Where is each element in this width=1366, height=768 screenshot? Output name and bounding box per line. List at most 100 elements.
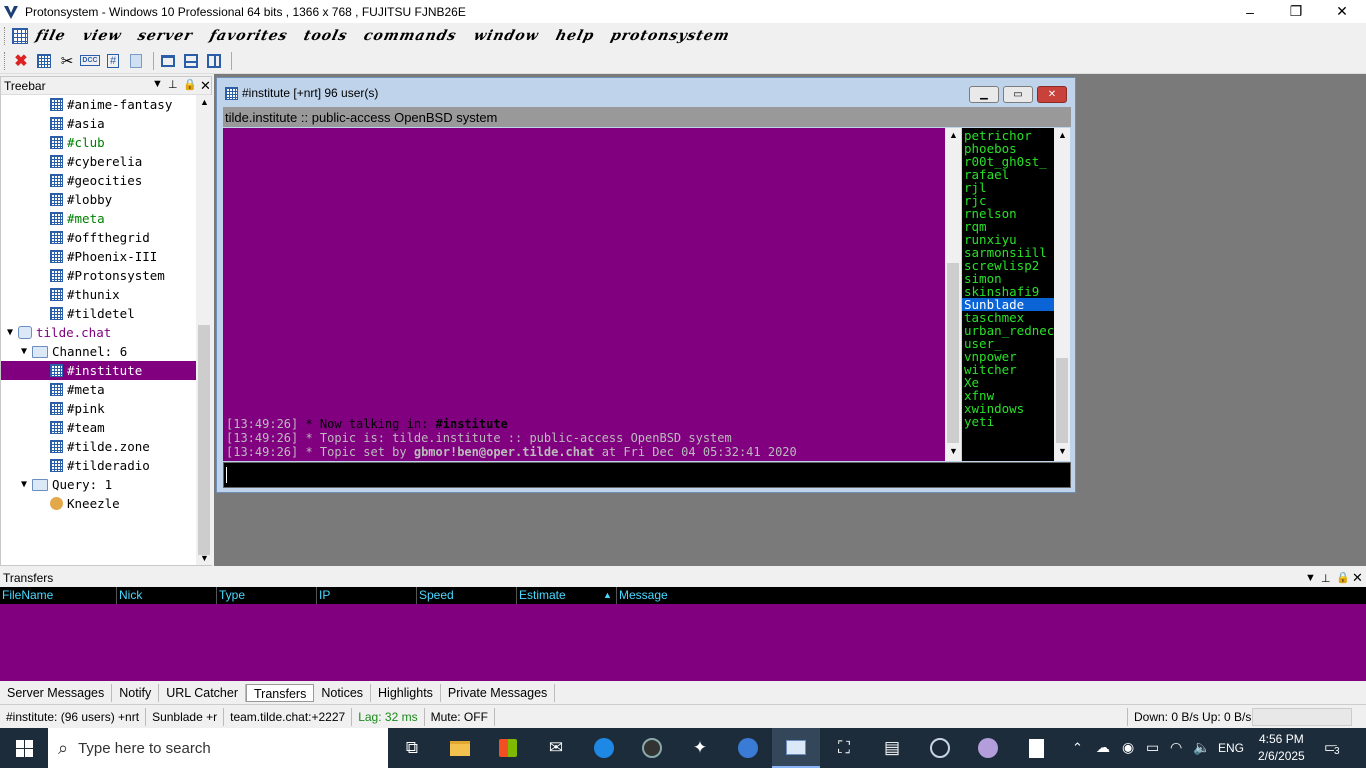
nick-scroll-down-icon[interactable]: ▼ [1058,446,1067,456]
tray-battery-icon[interactable]: ▭ [1146,739,1159,756]
tree-item[interactable]: Kneezle [1,494,196,513]
tree-item[interactable]: #cyberelia [1,152,196,171]
store-icon[interactable] [484,728,532,768]
menu-window[interactable]: window [472,28,541,44]
menu-commands[interactable]: commands [362,28,458,44]
treebar-lock-icon[interactable]: 🔒 [183,78,197,91]
tree-item[interactable]: #tilderadio [1,456,196,475]
col-message[interactable]: Message [617,587,1366,604]
notes-icon[interactable] [126,51,146,71]
col-type[interactable]: Type [217,587,317,604]
tray-cloud-icon[interactable]: ☁ [1096,739,1110,756]
tab-url-catcher[interactable]: URL Catcher [159,684,247,702]
browser-icon[interactable] [580,728,628,768]
file-explorer-icon[interactable] [436,728,484,768]
tree-item[interactable]: #geocities [1,171,196,190]
tab-notices[interactable]: Notices [314,684,372,702]
steam-icon[interactable] [916,728,964,768]
protonsystem-taskbar-icon[interactable] [772,728,820,768]
options-icon[interactable]: ✂ [57,51,77,71]
expand-arrow-icon[interactable]: ▼ [18,346,30,357]
transfers-lock-icon[interactable]: 🔒 [1336,571,1350,584]
tab-private-messages[interactable]: Private Messages [441,684,556,702]
scroll-thumb[interactable] [198,325,210,555]
tree-item[interactable]: ▼ Query: 1 [1,475,196,494]
col-ip[interactable]: IP [317,587,417,604]
tab-highlights[interactable]: Highlights [371,684,441,702]
channel-icon[interactable]: # [103,51,123,71]
tab-server-messages[interactable]: Server Messages [0,684,113,702]
tree-item[interactable]: #club [1,133,196,152]
start-button[interactable] [0,728,48,768]
transfers-close-icon[interactable]: ✕ [1352,570,1363,586]
channel-restore-button[interactable]: ▭ [1003,86,1033,103]
tray-volume-icon[interactable]: 🔈 [1193,739,1210,756]
channel-window-titlebar[interactable]: #institute [+nrt] 96 user(s) ▁ ▭ ✕ [217,78,1075,108]
menu-protonsystem[interactable]: protonsystem [609,28,732,44]
transfers-pin-icon[interactable]: ⊥ [1321,572,1331,585]
tab-notify[interactable]: Notify [112,684,160,702]
chat-scroll-up-icon[interactable]: ▲ [949,130,958,140]
tree-item[interactable]: #pink [1,399,196,418]
tree-item[interactable]: #Phoenix-III [1,247,196,266]
tab-transfers[interactable]: Transfers [246,684,315,702]
col-nick[interactable]: Nick [117,587,217,604]
minimize-button[interactable]: – [1227,0,1273,23]
tree-item[interactable]: #meta [1,380,196,399]
transfers-dropdown-icon[interactable]: ▼ [1305,572,1316,584]
tray-chevron-icon[interactable]: ⌃ [1072,740,1083,756]
tree-item[interactable]: #thunix [1,285,196,304]
tree-item[interactable]: #meta [1,209,196,228]
treebar-dropdown-icon[interactable]: ▼ [152,78,163,90]
nick-item[interactable]: yeti [962,415,1054,428]
chat-scrollbar[interactable]: ▲ ▼ [945,128,961,461]
cascade-icon[interactable] [158,51,178,71]
nick-scroll-up-icon[interactable]: ▲ [1058,130,1067,140]
tree-item[interactable]: #institute [1,361,196,380]
treebar-close-icon[interactable]: ✕ [200,78,211,94]
close-button[interactable]: ✕ [1319,0,1365,23]
taskbar-search[interactable]: ⌕ Type here to search [48,728,388,768]
tree-item[interactable]: #offthegrid [1,228,196,247]
tree-item[interactable]: #lobby [1,190,196,209]
scroll-up-icon[interactable]: ▲ [200,97,209,107]
disconnect-icon[interactable]: ✖ [11,51,31,71]
tray-camera-icon[interactable]: ◉ [1122,739,1134,756]
menu-view[interactable]: view [81,28,123,44]
channel-minimize-button[interactable]: ▁ [969,86,999,103]
dcc-icon[interactable]: DCC [80,51,100,71]
tree-item[interactable]: ▼ Channel: 6 [1,342,196,361]
mail-icon[interactable]: ✉ [532,728,580,768]
menu-tools[interactable]: tools [302,28,349,44]
media-player-icon[interactable] [628,728,676,768]
maximize-button[interactable]: ❐ [1273,0,1319,23]
scroll-down-icon[interactable]: ▼ [200,553,209,563]
thunderbird-icon[interactable] [724,728,772,768]
tree-item[interactable]: #team [1,418,196,437]
nick-scroll-thumb[interactable] [1056,358,1068,443]
menu-favorites[interactable]: favorites [208,28,290,44]
tree-item[interactable]: #anime-fantasy [1,95,196,114]
notepad-icon[interactable]: ▤ [868,728,916,768]
tile-vertical-icon[interactable] [204,51,224,71]
channel-list-icon[interactable] [34,51,54,71]
treebar-scrollbar[interactable]: ▲ ▼ [196,95,212,565]
chat-app-icon[interactable] [964,728,1012,768]
menu-window-icon[interactable] [12,27,28,44]
menu-file[interactable]: file [34,28,68,44]
treebar-pin-icon[interactable]: ⊥ [168,78,178,91]
tray-language[interactable]: ENG [1218,741,1244,755]
chat-scroll-down-icon[interactable]: ▼ [949,446,958,456]
tray-date[interactable]: 2/6/2025 [1258,749,1305,763]
tree-item[interactable]: #tilde.zone [1,437,196,456]
tree-item[interactable]: #tildetel [1,304,196,323]
tray-time[interactable]: 4:56 PM [1259,732,1304,746]
chat-scroll-thumb[interactable] [947,263,959,443]
col-filename[interactable]: FileName [0,587,117,604]
menu-server[interactable]: server [136,28,195,44]
expand-arrow-icon[interactable]: ▼ [18,479,30,490]
nicklist-scrollbar[interactable]: ▲ ▼ [1054,128,1070,461]
menu-help[interactable]: help [554,28,596,44]
tree-item[interactable]: ▼ tilde.chat [1,323,196,342]
tree-item[interactable]: #asia [1,114,196,133]
